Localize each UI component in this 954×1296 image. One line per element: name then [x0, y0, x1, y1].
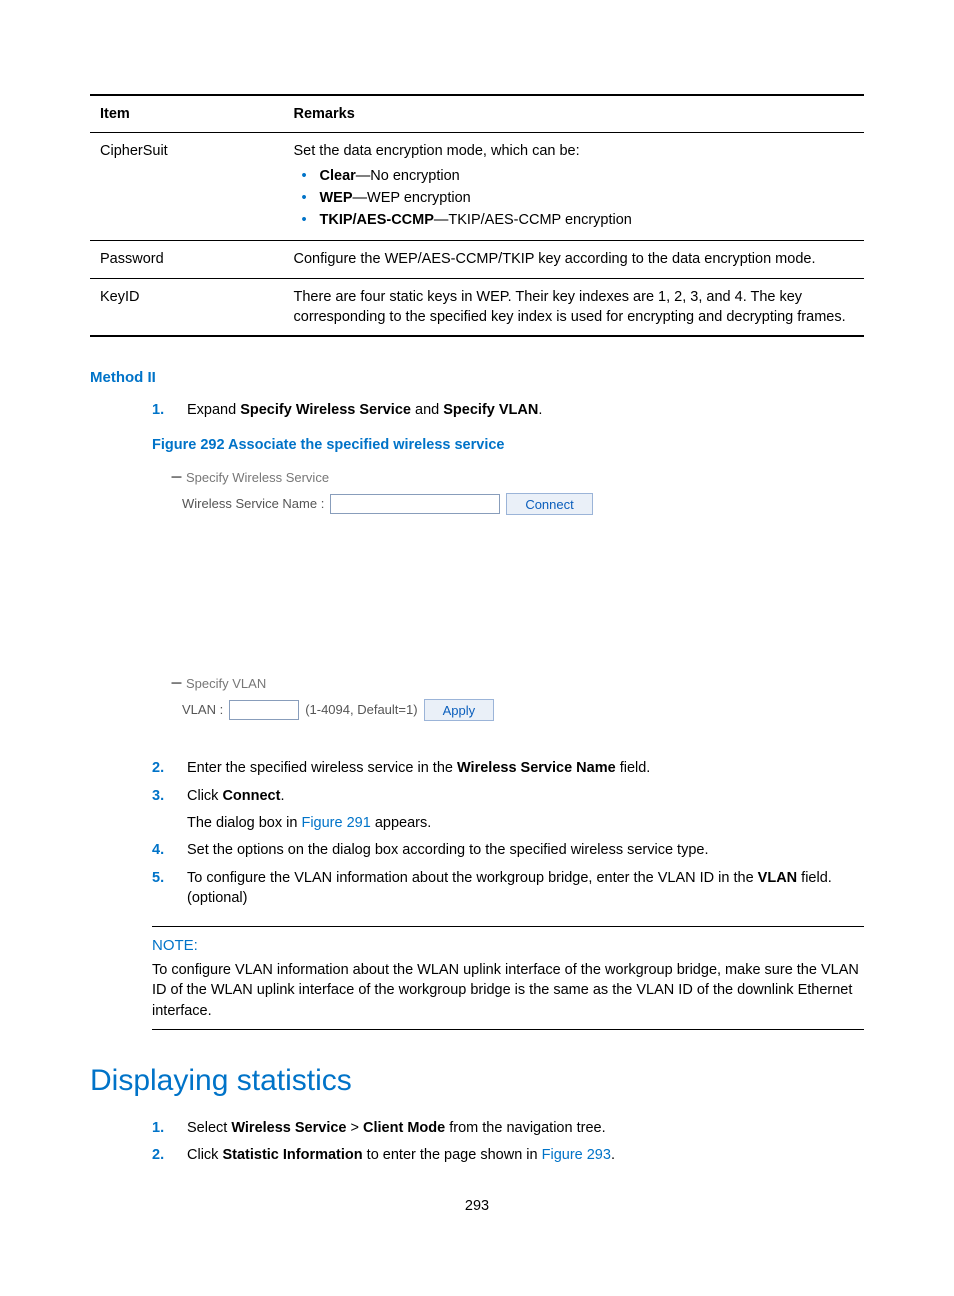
- step1-text: Expand Specify Wireless Service and Spec…: [187, 400, 864, 420]
- panel-header[interactable]: －Specify VLAN: [170, 675, 864, 693]
- step-number: 5.: [152, 868, 187, 909]
- step2-text: Enter the specified wireless service in …: [187, 758, 864, 778]
- note-body: To configure VLAN information about the …: [152, 960, 864, 1021]
- col-header-remarks: Remarks: [284, 95, 865, 133]
- step3-sub: The dialog box in Figure 291 appears.: [90, 813, 864, 833]
- step-number: 4.: [152, 840, 187, 860]
- step-number: 1.: [152, 1118, 187, 1138]
- specify-vlan-panel: －Specify VLAN VLAN : (1-4094, Default=1)…: [170, 675, 864, 721]
- step-number: 2.: [152, 1145, 187, 1165]
- step3-text: Click Connect.: [187, 786, 864, 806]
- remarks-intro: Set the data encryption mode, which can …: [294, 141, 855, 161]
- opt-desc: —WEP encryption: [353, 190, 471, 206]
- step4-text: Set the options on the dialog box accord…: [187, 840, 864, 860]
- apply-button[interactable]: Apply: [424, 699, 495, 721]
- opt-desc: —No encryption: [356, 168, 460, 184]
- step-number: 1.: [152, 400, 187, 420]
- opt-label: Clear: [320, 168, 356, 184]
- displaying-statistics-heading: Displaying statistics: [90, 1060, 864, 1102]
- panel-title: Specify VLAN: [186, 676, 266, 691]
- table-row: CipherSuit Set the data encryption mode,…: [90, 133, 864, 241]
- step-number: 3.: [152, 786, 187, 806]
- method2-heading: Method II: [90, 367, 864, 388]
- cell-remarks: Set the data encryption mode, which can …: [284, 133, 865, 241]
- opt-label: TKIP/AES-CCMP: [320, 212, 434, 228]
- cell-item: KeyID: [90, 278, 284, 336]
- ds-step2-text: Click Statistic Information to enter the…: [187, 1145, 864, 1165]
- config-table: Item Remarks CipherSuit Set the data enc…: [90, 94, 864, 337]
- wsn-label: Wireless Service Name :: [182, 495, 324, 513]
- specify-wireless-service-panel: －Specify Wireless Service Wireless Servi…: [170, 469, 864, 515]
- panel-header[interactable]: －Specify Wireless Service: [170, 469, 864, 487]
- figure-293-link[interactable]: Figure 293: [542, 1147, 611, 1163]
- note-title: NOTE:: [152, 935, 864, 956]
- step5-text: To configure the VLAN information about …: [187, 868, 864, 909]
- table-row: Password Configure the WEP/AES-CCMP/TKIP…: [90, 241, 864, 278]
- collapse-icon[interactable]: －: [170, 470, 183, 485]
- list-item: Clear—No encryption: [320, 166, 855, 186]
- panel-title: Specify Wireless Service: [186, 470, 329, 485]
- divider: [152, 926, 864, 927]
- cell-remarks: Configure the WEP/AES-CCMP/TKIP key acco…: [284, 241, 865, 278]
- connect-button[interactable]: Connect: [506, 493, 592, 515]
- figure-291-link[interactable]: Figure 291: [301, 815, 370, 831]
- list-item: WEP—WEP encryption: [320, 188, 855, 208]
- vlan-input[interactable]: [229, 700, 299, 720]
- col-header-item: Item: [90, 95, 284, 133]
- table-header-row: Item Remarks: [90, 95, 864, 133]
- vlan-label: VLAN :: [182, 701, 223, 719]
- vlan-hint: (1-4094, Default=1): [305, 701, 417, 719]
- step-number: 2.: [152, 758, 187, 778]
- wireless-service-name-input[interactable]: [330, 494, 500, 514]
- ds-step1-text: Select Wireless Service > Client Mode fr…: [187, 1118, 864, 1138]
- collapse-icon[interactable]: －: [170, 676, 183, 691]
- opt-desc: —TKIP/AES-CCMP encryption: [434, 212, 632, 228]
- table-row: KeyID There are four static keys in WEP.…: [90, 278, 864, 336]
- divider: [152, 1029, 864, 1030]
- options-list: Clear—No encryption WEP—WEP encryption T…: [294, 166, 855, 231]
- list-item: TKIP/AES-CCMP—TKIP/AES-CCMP encryption: [320, 210, 855, 230]
- page-number: 293: [90, 1196, 864, 1216]
- figure-caption: Figure 292 Associate the specified wirel…: [152, 435, 864, 455]
- cell-remarks: There are four static keys in WEP. Their…: [284, 278, 865, 336]
- opt-label: WEP: [320, 190, 353, 206]
- cell-item: CipherSuit: [90, 133, 284, 241]
- cell-item: Password: [90, 241, 284, 278]
